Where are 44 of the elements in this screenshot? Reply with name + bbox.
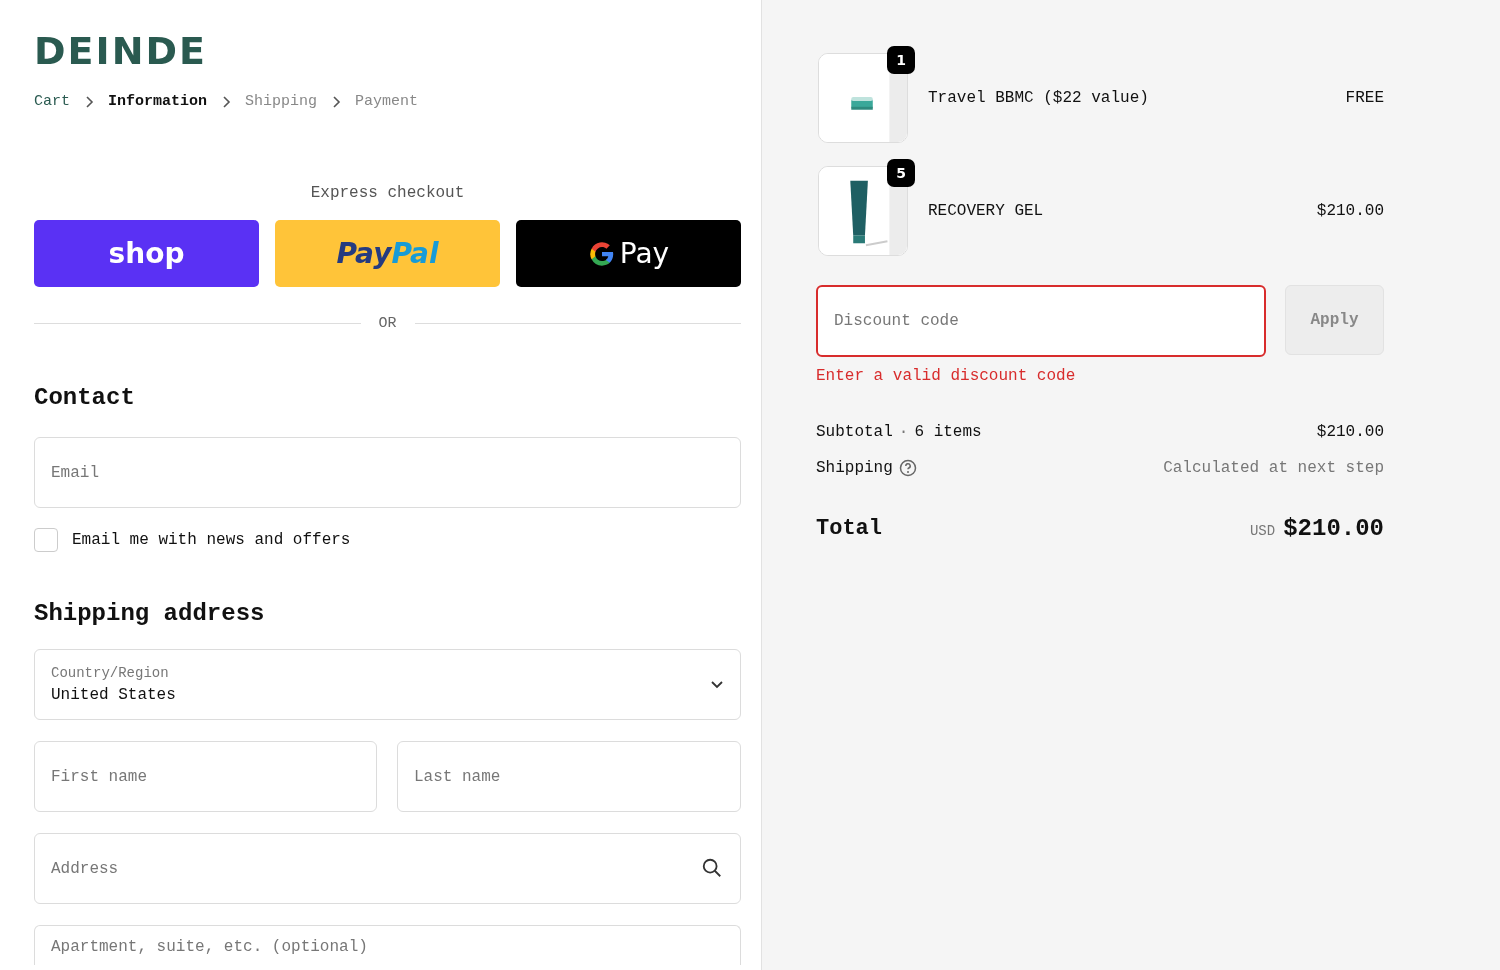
google-g-icon (587, 239, 616, 268)
separator-dot: · (898, 423, 909, 441)
google-pay-button[interactable]: Pay (516, 220, 741, 287)
item-count: 6 items (914, 423, 982, 441)
chevron-right-icon (84, 95, 94, 108)
shop-pay-button[interactable]: shop (34, 220, 259, 287)
currency-code: USD (1249, 523, 1276, 539)
subtotal-label: Subtotal (816, 423, 893, 441)
help-icon[interactable] (898, 459, 917, 477)
breadcrumb-item[interactable]: Shipping (245, 93, 318, 110)
product-name: Travel BBMC ($22 value) (928, 88, 1150, 107)
section-heading: Shipping address (34, 600, 265, 627)
product-name: RECOVERY GEL (928, 201, 1045, 220)
country-select[interactable]: Country/Region United States (34, 649, 741, 720)
shipping-value: Calculated at next step (1163, 459, 1384, 477)
checkbox-label: Email me with news and offers (72, 531, 351, 549)
chevron-right-icon (331, 95, 342, 108)
error-message: Enter a valid discount code (816, 367, 1076, 385)
apartment-field[interactable]: Apartment, suite, etc. (optional) (34, 925, 741, 965)
divider-text: OR (378, 315, 397, 332)
address-field[interactable]: Address (34, 833, 741, 904)
product-price: $210.00 (1316, 201, 1384, 220)
quantity-badge: 5 (887, 159, 915, 187)
quantity-badge: 1 (887, 46, 915, 74)
last-name-field[interactable]: Last name (397, 741, 741, 812)
brand-logo: DEINDE (34, 33, 207, 69)
chevron-down-icon (710, 680, 724, 689)
checkbox[interactable] (34, 528, 58, 552)
section-heading: Contact (34, 384, 135, 411)
first-name-field[interactable]: First name (34, 741, 377, 812)
total-label: Total (816, 516, 882, 541)
breadcrumb-item[interactable]: Information (108, 93, 208, 110)
product-price: FREE (1345, 88, 1384, 107)
breadcrumb-item[interactable]: Cart (34, 93, 70, 110)
paypal-button[interactable]: PayPal (275, 220, 500, 287)
shipping-label: Shipping (816, 459, 893, 477)
total-value: $210.00 (1283, 515, 1384, 542)
express-checkout-title: Express checkout (310, 184, 465, 202)
discount-code-field[interactable]: Discount code (816, 285, 1266, 357)
subtotal-value: $210.00 (1316, 423, 1384, 441)
search-icon[interactable] (701, 857, 723, 879)
chevron-right-icon (221, 95, 232, 108)
breadcrumb-item[interactable]: Payment (355, 93, 419, 110)
email-field[interactable]: Email (34, 437, 741, 508)
